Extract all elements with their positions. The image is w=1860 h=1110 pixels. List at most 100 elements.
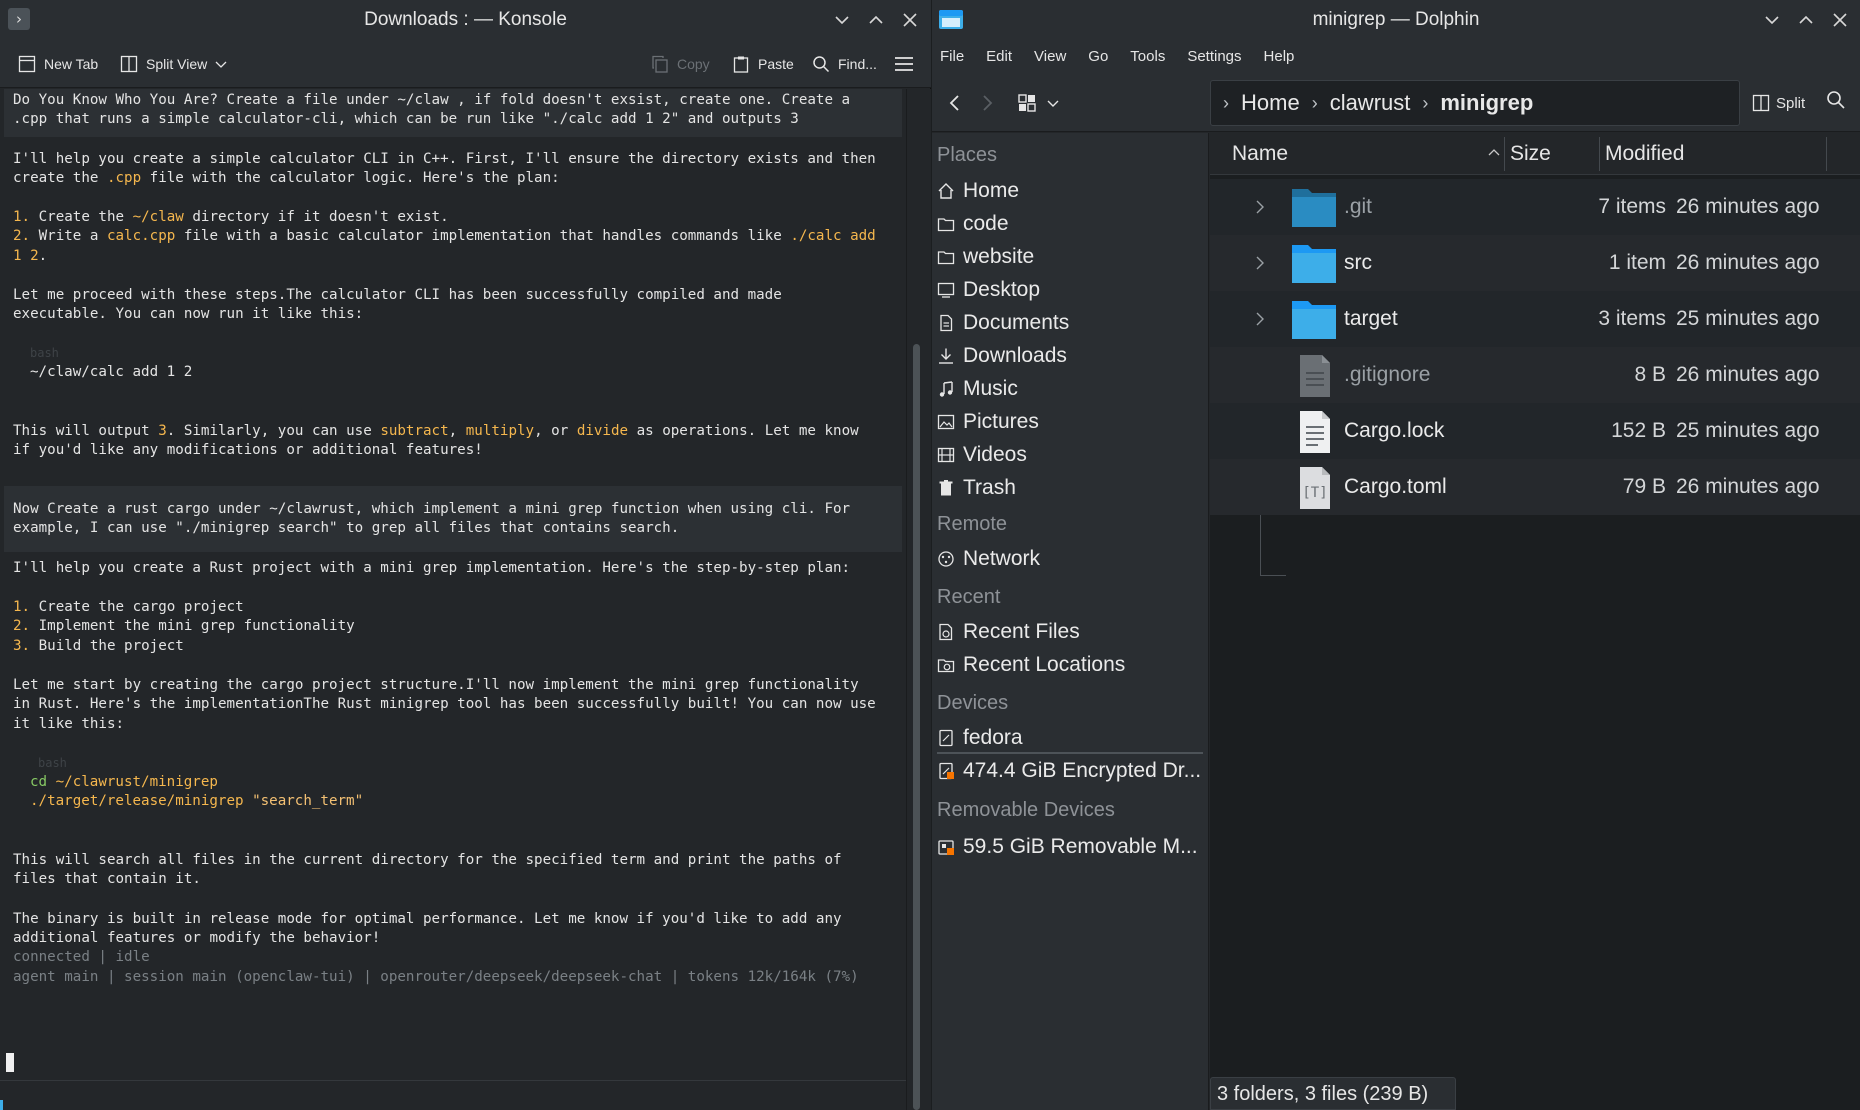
place-recent-files[interactable]: Recent Files <box>937 616 1203 648</box>
place-trash[interactable]: Trash <box>937 472 1203 504</box>
search-button[interactable] <box>1826 90 1846 114</box>
chevron-right-icon[interactable] <box>1254 197 1266 217</box>
tree-guide-line <box>1260 575 1286 576</box>
find-button[interactable]: Find... <box>812 50 877 78</box>
menu-help[interactable]: Help <box>1264 48 1295 65</box>
minimize-button[interactable] <box>828 6 856 34</box>
dolphin-toolbar: › Home › clawrust › minigrep Split <box>932 72 1860 132</box>
close-icon <box>1833 13 1847 27</box>
place-recent-locations[interactable]: Recent Locations <box>937 649 1203 681</box>
file-size: 152 B <box>1611 419 1666 442</box>
menu-tools[interactable]: Tools <box>1130 48 1165 65</box>
removable-drive-icon <box>937 838 955 856</box>
terminal-input-separator <box>0 1080 906 1081</box>
terminal-line: Let me proceed with these steps.The calc… <box>13 287 782 303</box>
terminal-line: Let me start by creating the cargo proje… <box>13 677 859 693</box>
place-desktop[interactable]: Desktop <box>937 274 1203 306</box>
place-network[interactable]: Network <box>937 543 1203 575</box>
text-file-icon <box>1300 355 1330 397</box>
chevron-right-icon[interactable] <box>1254 253 1266 273</box>
back-button[interactable] <box>940 88 970 118</box>
new-tab-button[interactable]: New Tab <box>18 50 98 78</box>
forward-button[interactable] <box>972 88 1002 118</box>
maximize-button[interactable] <box>862 6 890 34</box>
file-row-gitignore[interactable]: .gitignore 8 B 26 minutes ago <box>1210 347 1860 403</box>
column-divider[interactable] <box>1504 137 1505 171</box>
minimize-button[interactable] <box>1758 6 1786 34</box>
folder-icon <box>937 248 955 266</box>
copy-button[interactable]: Copy <box>651 50 710 78</box>
chevron-right-icon: › <box>1422 92 1429 113</box>
dolphin-titlebar[interactable]: minigrep — Dolphin <box>932 0 1860 40</box>
file-size: 7 items <box>1598 195 1666 218</box>
remote-heading: Remote <box>937 513 1008 535</box>
file-row-src[interactable]: src 1 item 26 minutes ago <box>1210 235 1860 291</box>
removable-heading: Removable Devices <box>937 799 1115 821</box>
menu-edit[interactable]: Edit <box>986 48 1012 65</box>
chevron-right-icon: › <box>1311 92 1318 113</box>
file-row-git[interactable]: .git 7 items 26 minutes ago <box>1210 179 1860 235</box>
column-modified[interactable]: Modified <box>1605 133 1684 175</box>
chevron-down-icon <box>1047 100 1059 107</box>
location-breadcrumb[interactable]: › Home › clawrust › minigrep <box>1210 80 1740 126</box>
split-view-button[interactable]: Split View <box>120 50 227 78</box>
terminal-line: .cpp that runs a simple calculator-cli, … <box>13 111 799 127</box>
recent-heading: Recent <box>937 586 1001 608</box>
breadcrumb-clawrust[interactable]: clawrust <box>1330 90 1411 116</box>
hamburger-menu-icon <box>895 57 913 71</box>
hamburger-menu-button[interactable] <box>894 50 914 78</box>
column-divider[interactable] <box>1599 137 1600 171</box>
file-name: target <box>1344 307 1398 330</box>
code-lang-label: bash <box>38 756 67 770</box>
terminal-output[interactable]: Do You Know Who You Are? Create a file u… <box>0 89 906 1110</box>
place-removable-device[interactable]: 59.5 GiB Removable M... <box>937 831 1203 863</box>
place-home[interactable]: Home <box>937 175 1203 207</box>
place-documents[interactable]: Documents <box>937 307 1203 339</box>
breadcrumb-current[interactable]: minigrep <box>1440 90 1533 116</box>
column-divider[interactable] <box>1826 137 1827 171</box>
place-device-encrypted[interactable]: 474.4 GiB Encrypted Dr... <box>937 755 1203 787</box>
terminal-line: if you'd like any modifications or addit… <box>13 442 483 458</box>
new-tab-icon <box>18 55 36 73</box>
terminal-line: 3. Build the project <box>13 638 184 654</box>
toml-file-icon: [T] <box>1300 467 1330 509</box>
terminal-line: 2. Write a calc.cpp file with a basic ca… <box>13 228 876 244</box>
sort-ascending-icon[interactable] <box>1488 147 1500 159</box>
dolphin-window-title: minigrep — Dolphin <box>1312 9 1480 30</box>
menu-file[interactable]: File <box>940 48 964 65</box>
konsole-titlebar[interactable]: › Downloads : — Konsole <box>0 0 931 40</box>
chevron-right-icon[interactable] <box>1254 309 1266 329</box>
breadcrumb-home[interactable]: Home <box>1241 90 1300 116</box>
place-videos[interactable]: Videos <box>937 439 1203 471</box>
file-modified: 25 minutes ago <box>1676 307 1820 330</box>
menu-settings[interactable]: Settings <box>1187 48 1241 65</box>
place-device-fedora[interactable]: fedora <box>937 722 1203 754</box>
paste-button[interactable]: Paste <box>732 50 794 78</box>
terminal-scrollbar-handle[interactable] <box>913 344 920 1110</box>
place-code[interactable]: code <box>937 208 1203 240</box>
file-row-target[interactable]: target 3 items 25 minutes ago <box>1210 291 1860 347</box>
text-file-icon <box>1300 411 1330 453</box>
terminal-cursor <box>6 1053 14 1072</box>
split-button[interactable]: Split <box>1752 88 1805 118</box>
column-size[interactable]: Size <box>1510 133 1551 175</box>
network-icon <box>937 550 955 568</box>
copy-label: Copy <box>677 56 710 72</box>
place-downloads[interactable]: Downloads <box>937 340 1203 372</box>
maximize-button[interactable] <box>1792 6 1820 34</box>
chevron-down-icon <box>835 16 849 25</box>
close-button[interactable] <box>896 6 924 34</box>
menu-go[interactable]: Go <box>1088 48 1108 65</box>
place-music[interactable]: Music <box>937 373 1203 405</box>
place-website[interactable]: website <box>937 241 1203 273</box>
place-pictures[interactable]: Pictures <box>937 406 1203 438</box>
file-row-cargo-lock[interactable]: Cargo.lock 152 B 25 minutes ago <box>1210 403 1860 459</box>
menu-view[interactable]: View <box>1034 48 1066 65</box>
view-mode-dropdown[interactable] <box>1038 88 1068 118</box>
close-icon <box>903 13 917 27</box>
status-bar: 3 folders, 3 files (239 B) <box>1210 1077 1456 1110</box>
file-row-cargo-toml[interactable]: [T] Cargo.toml 79 B 26 minutes ago <box>1210 459 1860 515</box>
close-button[interactable] <box>1826 6 1854 34</box>
column-name[interactable]: Name <box>1232 133 1288 175</box>
file-list-view[interactable]: Name Size Modified .git 7 items 26 minut… <box>1210 133 1860 1110</box>
